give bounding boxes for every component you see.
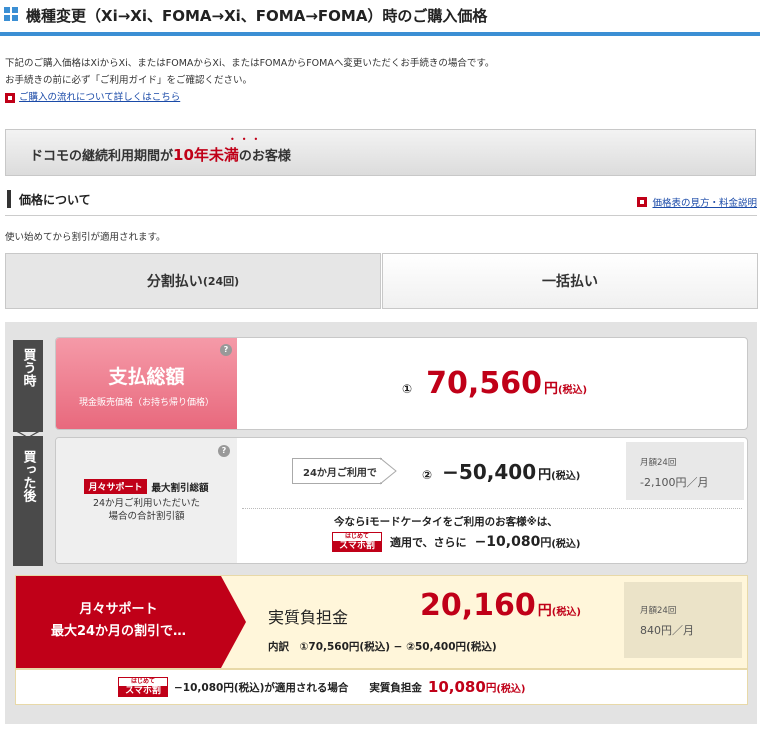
effective-cost-row: 月々サポート 最大24か月の割引で… 実質負担金 20,160 円 (税込) 内… — [15, 575, 748, 669]
yen-unit: 円 — [540, 536, 552, 549]
monthly-installment-box: 月額24回 -2,100円／月 — [626, 442, 744, 500]
side-after-buy-text: 買った後 — [20, 450, 36, 502]
payment-total-row: 支払総額 現金販売価格（お持ち帰り価格） ? ① 70,560 円 (税込) — [55, 337, 748, 430]
tab-installment-sub: (24回) — [202, 275, 240, 288]
tab-lump-sum[interactable]: 一括払い — [382, 253, 758, 309]
tax-label: (税込) — [496, 683, 526, 695]
sumaho-logo-main: スマホ割 — [119, 686, 167, 697]
section-bar — [7, 190, 11, 208]
side-label-after-buy: 買った後 — [13, 436, 43, 566]
customer-banner: ••• ドコモの継続利用期間が10年未満のお客様 — [5, 129, 756, 176]
monthly-support-desc: 24か月ご利用いただいた 場合の合計割引額 — [56, 497, 237, 523]
sumaho-case-amount: 10,080 — [427, 678, 486, 696]
effective-label-1: 月々サポート — [79, 602, 158, 617]
discount-value: ② −50,400 円 (税込) — [422, 460, 580, 484]
page-header: 機種変更（Xi→Xi、FOMA→Xi、FOMA→FOMA）時のご購入価格 — [0, 0, 760, 36]
monthly-value: -2,100円／月 — [640, 476, 709, 489]
tekiyo-amount: −10,080 — [474, 534, 541, 550]
sumaho-wari-logo: はじめて スマホ割 — [118, 677, 168, 697]
monthly-support-label: ? 月々サポート 最大割引総額 24か月ご利用いただいた 場合の合計割引額 — [56, 438, 237, 563]
breakdown-text: 内訳 ①70,560円(税込) − ②50,400円(税込) — [268, 641, 497, 653]
monthly-label: 月額24回 — [640, 606, 677, 616]
tab-installment-label: 分割払い — [146, 274, 203, 290]
purchase-flow-link-label: ご購入の流れについて詳しくはこちら — [19, 92, 181, 103]
arrow-label-box: 24か月ご利用で — [292, 458, 382, 484]
desc-line-1: 24か月ご利用いただいた — [92, 498, 201, 509]
payment-total-title: 支払総額 — [108, 366, 185, 388]
page-title: 機種変更（Xi→Xi、FOMA→Xi、FOMA→FOMA）時のご購入価格 — [26, 7, 488, 25]
side-label-buy-time: 買う時 — [13, 340, 43, 432]
payment-total-amount: 70,560 — [426, 366, 542, 401]
payment-total-value: ① 70,560 円 (税込) — [402, 366, 587, 401]
sumaho-logo-main: スマホ割 — [333, 541, 381, 552]
effective-amount: 20,160 — [420, 588, 536, 623]
intro-text: 下記のご購入価格はXiからXi、またはFOMAからXi、またはFOMAからFOM… — [5, 55, 494, 106]
yen-unit: 円 — [538, 468, 552, 483]
dotted-divider — [242, 508, 742, 509]
section-title: 価格について — [19, 193, 91, 207]
effective-cost-value: 20,160 円 (税込) — [420, 588, 581, 623]
discount-amount: −50,400 — [442, 460, 537, 484]
side-buy-time-text: 買う時 — [20, 348, 36, 387]
banner-highlight: 10年未満 — [173, 146, 239, 164]
max-discount-label: 最大割引総額 — [151, 482, 209, 494]
effective-cost-label: 月々サポート 最大24か月の割引で… — [16, 576, 246, 668]
yen-unit: 円 — [537, 603, 552, 619]
window-link-icon — [637, 197, 648, 207]
effective-cost-title: 実質負担金 — [268, 608, 349, 627]
desc-line-2: 場合の合計割引額 — [108, 511, 185, 522]
help-icon[interactable]: ? — [218, 445, 230, 457]
monthly-support-row: ? 月々サポート 最大割引総額 24か月ご利用いただいた 場合の合計割引額 24… — [55, 437, 748, 564]
tax-label: (税込) — [551, 607, 581, 618]
monthly-value: 840円／月 — [640, 624, 694, 637]
banner-post: のお客様 — [238, 149, 291, 164]
tab-installment[interactable]: 分割払い (24回) — [5, 253, 381, 309]
window-link-icon — [5, 92, 15, 103]
sumaho-case-row: はじめて スマホ割 −10,080円(税込)が適用される場合 実質負担金 10,… — [15, 669, 748, 705]
sumaho-logo-top: はじめて — [344, 533, 369, 540]
circle-2: ② — [422, 468, 433, 482]
sumaho-discount-line: はじめて スマホ割 適用で、さらに −10,080 円 (税込) — [332, 532, 580, 552]
tax-label: (税込) — [557, 385, 588, 396]
effective-label-2: 最大24か月の割引で… — [50, 624, 187, 639]
sumaho-wari-logo: はじめて スマホ割 — [332, 532, 382, 552]
grid-icon — [4, 7, 18, 21]
tax-label: (税込) — [551, 471, 581, 482]
sumaho-case-text: −10,080円(税込)が適用される場合 実質負担金 — [174, 681, 422, 694]
section-header: 価格について 価格表の見方・料金説明 — [5, 190, 757, 216]
sumaho-logo-top: はじめて — [130, 678, 155, 685]
yen-unit: 円 — [543, 381, 558, 397]
monthly-support-title: 月々サポート 最大割引総額 — [56, 479, 237, 494]
banner-text: ドコモの継続利用期間が10年未満のお客様 — [30, 144, 291, 165]
monthly-label: 月額24回 — [640, 458, 677, 468]
right-arrow-icon — [380, 457, 397, 485]
intro-line-1: 下記のご購入価格はXiからXi、またはFOMAからXi、またはFOMAからFOM… — [5, 58, 495, 69]
help-icon[interactable]: ? — [220, 344, 232, 356]
intro-line-2: お手続きの前に必ず「ご利用ガイド」をご確認ください。 — [5, 75, 253, 86]
imode-notice: 今ならiモードケータイをご利用のお客様※は、 — [334, 516, 558, 528]
purchase-flow-link[interactable]: ご購入の流れについて詳しくはこちら — [5, 89, 494, 106]
banner-pre: ドコモの継続利用期間が — [30, 149, 174, 164]
circle-1: ① — [402, 382, 413, 396]
tsuki-support-logo: 月々サポート — [84, 479, 147, 494]
tax-label: (税込) — [551, 538, 581, 550]
discount-note: 使い始めてから割引が適用されます。 — [5, 232, 166, 243]
payment-total-subtitle: 現金販売価格（お持ち帰り価格） — [78, 398, 214, 408]
price-guide-link[interactable]: 価格表の見方・料金説明 — [637, 195, 757, 209]
price-guide-link-label: 価格表の見方・料金説明 — [652, 198, 757, 209]
yen-unit: 円 — [485, 681, 497, 694]
payment-total-label: 支払総額 現金販売価格（お持ち帰り価格） ? — [56, 338, 237, 429]
effective-monthly-box: 月額24回 840円／月 — [624, 582, 742, 658]
emphasis-dots: ••• — [230, 135, 266, 144]
tab-lump-sum-label: 一括払い — [542, 274, 598, 290]
tekiyo-text: 適用で、さらに — [390, 536, 467, 549]
